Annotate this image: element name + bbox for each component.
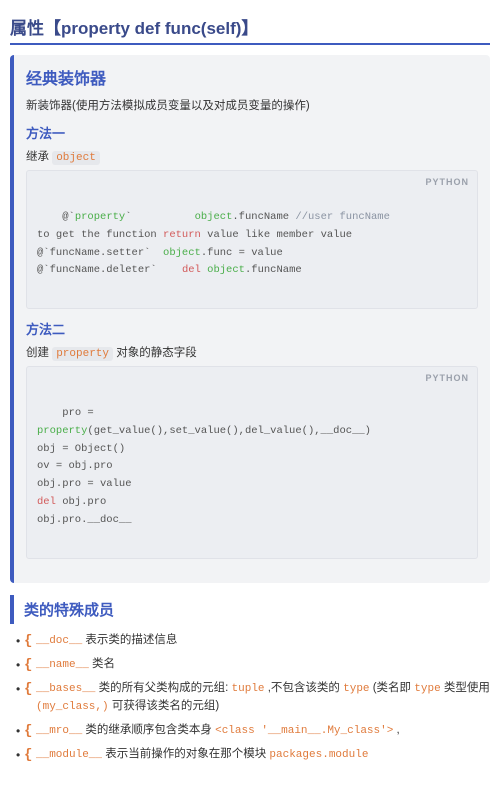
method1-intro: 继承 object [26,148,478,164]
method2-code: pro = property(get_value(),set_value(),d… [37,407,371,526]
list-item: {__doc__ 表示类的描述信息 [14,632,490,650]
method1-title: 方法一 [26,123,478,142]
object-keyword: object [52,151,100,165]
list-item: {__module__ 表示当前操作的对象在那个模块 packages.modu… [14,746,490,764]
card-title: 经典装饰器 [26,65,478,89]
method1-intro-prefix: 继承 [26,151,52,163]
list-item: {__bases__ 类的所有父类构成的元组: tuple ,不包含该类的 ty… [14,680,490,716]
special-members-header: 类的特殊成员 [10,595,490,624]
method1-codeblock: PYTHON @`property` object.funcName //user… [26,170,478,309]
method2-codeblock: PYTHON pro = property(get_value(),set_val… [26,366,478,559]
card-desc: 新装饰器(使用方法模拟成员变量以及对成员变量的操作) [26,97,478,113]
page-title: 属性【property def func(self)】 [10,14,490,45]
property-keyword: property [52,347,113,361]
brace-icon: { [24,679,32,701]
brace-icon: { [24,721,32,743]
special-members-title: 类的特殊成员 [24,602,114,619]
lang-tag: PYTHON [425,371,469,386]
member-list: {__doc__ 表示类的描述信息 {__name__ 类名 {__bases__ … [10,632,490,764]
method2-title: 方法二 [26,319,478,338]
lang-tag: PYTHON [425,175,469,190]
list-item: {__mro__ 类的继承顺序包含类本身 <class '__main__.My… [14,722,490,740]
method2-intro-suffix: 对象的静态字段 [113,347,197,359]
brace-icon: { [24,631,32,653]
method1-code: @`property` object.funcName //user funcN… [37,211,390,277]
method2-intro-prefix: 创建 [26,347,52,359]
decorator-card: 经典装饰器 新装饰器(使用方法模拟成员变量以及对成员变量的操作) 方法一 继承 … [10,55,490,583]
brace-icon: { [24,745,32,767]
list-item: {__name__ 类名 [14,656,490,674]
method2-intro: 创建 property 对象的静态字段 [26,344,478,360]
